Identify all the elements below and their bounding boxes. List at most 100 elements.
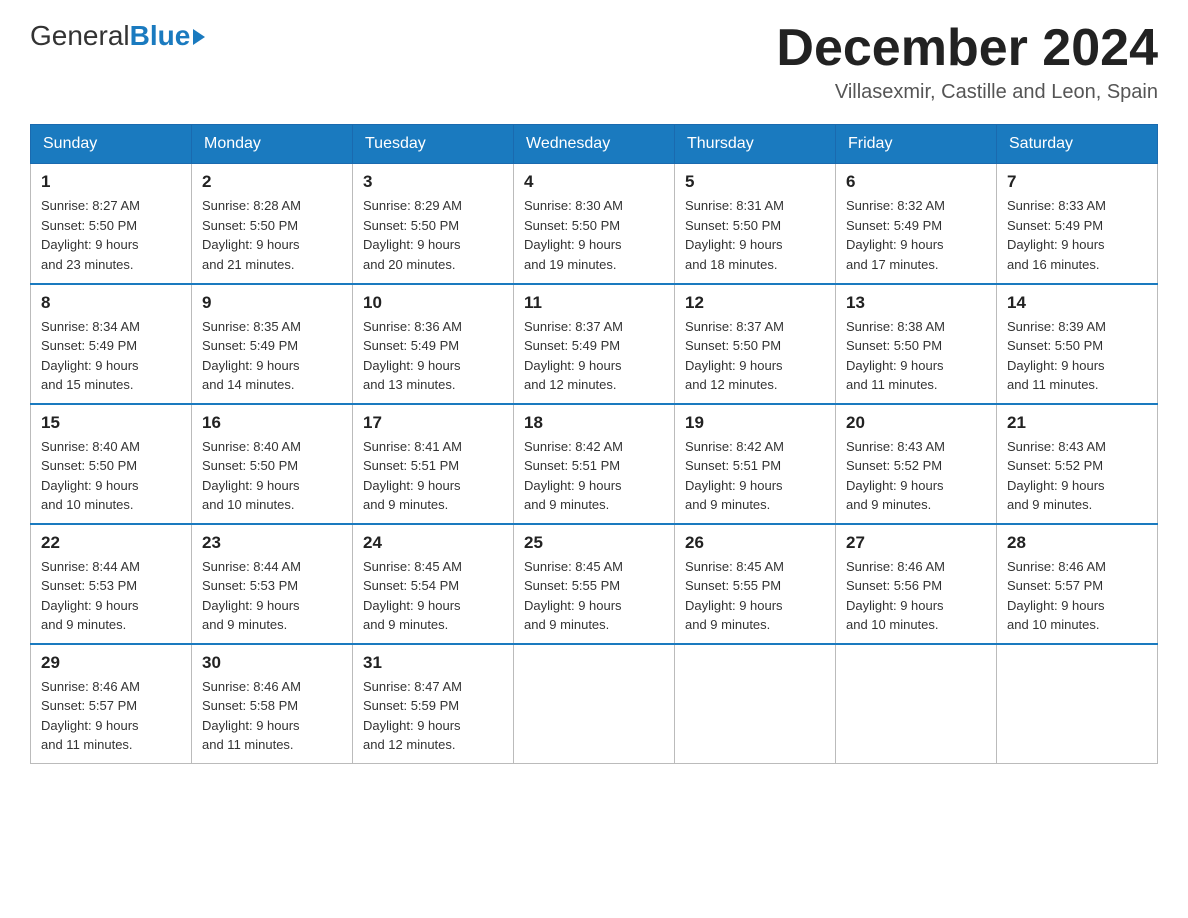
day-number: 16 — [202, 413, 342, 433]
table-row: 10 Sunrise: 8:36 AM Sunset: 5:49 PM Dayl… — [353, 284, 514, 404]
day-number: 24 — [363, 533, 503, 553]
day-number: 27 — [846, 533, 986, 553]
day-number: 7 — [1007, 172, 1147, 192]
day-info: Sunrise: 8:27 AM Sunset: 5:50 PM Dayligh… — [41, 196, 181, 274]
table-row: 1 Sunrise: 8:27 AM Sunset: 5:50 PM Dayli… — [31, 164, 192, 284]
table-row: 23 Sunrise: 8:44 AM Sunset: 5:53 PM Dayl… — [192, 524, 353, 644]
day-info: Sunrise: 8:47 AM Sunset: 5:59 PM Dayligh… — [363, 677, 503, 755]
day-number: 13 — [846, 293, 986, 313]
table-row: 20 Sunrise: 8:43 AM Sunset: 5:52 PM Dayl… — [836, 404, 997, 524]
day-info: Sunrise: 8:45 AM Sunset: 5:55 PM Dayligh… — [685, 557, 825, 635]
table-row: 4 Sunrise: 8:30 AM Sunset: 5:50 PM Dayli… — [514, 164, 675, 284]
day-info: Sunrise: 8:29 AM Sunset: 5:50 PM Dayligh… — [363, 196, 503, 274]
day-number: 5 — [685, 172, 825, 192]
day-number: 9 — [202, 293, 342, 313]
day-info: Sunrise: 8:46 AM Sunset: 5:57 PM Dayligh… — [1007, 557, 1147, 635]
day-info: Sunrise: 8:40 AM Sunset: 5:50 PM Dayligh… — [41, 437, 181, 515]
day-number: 1 — [41, 172, 181, 192]
title-section: December 2024 Villasexmir, Castille and … — [776, 20, 1158, 104]
day-info: Sunrise: 8:46 AM Sunset: 5:57 PM Dayligh… — [41, 677, 181, 755]
day-info: Sunrise: 8:38 AM Sunset: 5:50 PM Dayligh… — [846, 317, 986, 395]
table-row: 24 Sunrise: 8:45 AM Sunset: 5:54 PM Dayl… — [353, 524, 514, 644]
day-number: 11 — [524, 293, 664, 313]
day-info: Sunrise: 8:34 AM Sunset: 5:49 PM Dayligh… — [41, 317, 181, 395]
day-info: Sunrise: 8:40 AM Sunset: 5:50 PM Dayligh… — [202, 437, 342, 515]
table-row: 14 Sunrise: 8:39 AM Sunset: 5:50 PM Dayl… — [997, 284, 1158, 404]
day-info: Sunrise: 8:35 AM Sunset: 5:49 PM Dayligh… — [202, 317, 342, 395]
table-row: 30 Sunrise: 8:46 AM Sunset: 5:58 PM Dayl… — [192, 644, 353, 764]
day-number: 26 — [685, 533, 825, 553]
calendar-week-row: 15 Sunrise: 8:40 AM Sunset: 5:50 PM Dayl… — [31, 404, 1158, 524]
day-number: 19 — [685, 413, 825, 433]
logo: General Blue — [30, 20, 205, 52]
day-number: 23 — [202, 533, 342, 553]
day-number: 8 — [41, 293, 181, 313]
col-tuesday: Tuesday — [353, 125, 514, 164]
day-number: 30 — [202, 653, 342, 673]
day-info: Sunrise: 8:37 AM Sunset: 5:49 PM Dayligh… — [524, 317, 664, 395]
day-info: Sunrise: 8:45 AM Sunset: 5:55 PM Dayligh… — [524, 557, 664, 635]
calendar-table: Sunday Monday Tuesday Wednesday Thursday… — [30, 124, 1158, 764]
table-row: 26 Sunrise: 8:45 AM Sunset: 5:55 PM Dayl… — [675, 524, 836, 644]
table-row: 25 Sunrise: 8:45 AM Sunset: 5:55 PM Dayl… — [514, 524, 675, 644]
day-info: Sunrise: 8:42 AM Sunset: 5:51 PM Dayligh… — [524, 437, 664, 515]
col-wednesday: Wednesday — [514, 125, 675, 164]
table-row: 8 Sunrise: 8:34 AM Sunset: 5:49 PM Dayli… — [31, 284, 192, 404]
day-info: Sunrise: 8:43 AM Sunset: 5:52 PM Dayligh… — [1007, 437, 1147, 515]
table-row — [836, 644, 997, 764]
day-number: 29 — [41, 653, 181, 673]
col-friday: Friday — [836, 125, 997, 164]
col-saturday: Saturday — [997, 125, 1158, 164]
day-number: 18 — [524, 413, 664, 433]
day-number: 31 — [363, 653, 503, 673]
day-number: 17 — [363, 413, 503, 433]
day-info: Sunrise: 8:31 AM Sunset: 5:50 PM Dayligh… — [685, 196, 825, 274]
logo-arrow-icon — [193, 29, 205, 45]
day-number: 10 — [363, 293, 503, 313]
day-info: Sunrise: 8:41 AM Sunset: 5:51 PM Dayligh… — [363, 437, 503, 515]
day-number: 20 — [846, 413, 986, 433]
table-row: 27 Sunrise: 8:46 AM Sunset: 5:56 PM Dayl… — [836, 524, 997, 644]
table-row — [997, 644, 1158, 764]
table-row: 22 Sunrise: 8:44 AM Sunset: 5:53 PM Dayl… — [31, 524, 192, 644]
day-info: Sunrise: 8:30 AM Sunset: 5:50 PM Dayligh… — [524, 196, 664, 274]
table-row: 16 Sunrise: 8:40 AM Sunset: 5:50 PM Dayl… — [192, 404, 353, 524]
table-row — [514, 644, 675, 764]
day-number: 4 — [524, 172, 664, 192]
day-number: 3 — [363, 172, 503, 192]
day-info: Sunrise: 8:44 AM Sunset: 5:53 PM Dayligh… — [202, 557, 342, 635]
day-info: Sunrise: 8:28 AM Sunset: 5:50 PM Dayligh… — [202, 196, 342, 274]
day-info: Sunrise: 8:36 AM Sunset: 5:49 PM Dayligh… — [363, 317, 503, 395]
day-number: 28 — [1007, 533, 1147, 553]
day-number: 15 — [41, 413, 181, 433]
day-info: Sunrise: 8:43 AM Sunset: 5:52 PM Dayligh… — [846, 437, 986, 515]
location-text: Villasexmir, Castille and Leon, Spain — [776, 81, 1158, 104]
table-row: 18 Sunrise: 8:42 AM Sunset: 5:51 PM Dayl… — [514, 404, 675, 524]
table-row: 2 Sunrise: 8:28 AM Sunset: 5:50 PM Dayli… — [192, 164, 353, 284]
table-row: 17 Sunrise: 8:41 AM Sunset: 5:51 PM Dayl… — [353, 404, 514, 524]
day-info: Sunrise: 8:46 AM Sunset: 5:56 PM Dayligh… — [846, 557, 986, 635]
col-sunday: Sunday — [31, 125, 192, 164]
table-row: 31 Sunrise: 8:47 AM Sunset: 5:59 PM Dayl… — [353, 644, 514, 764]
calendar-week-row: 29 Sunrise: 8:46 AM Sunset: 5:57 PM Dayl… — [31, 644, 1158, 764]
table-row: 28 Sunrise: 8:46 AM Sunset: 5:57 PM Dayl… — [997, 524, 1158, 644]
day-info: Sunrise: 8:37 AM Sunset: 5:50 PM Dayligh… — [685, 317, 825, 395]
table-row: 21 Sunrise: 8:43 AM Sunset: 5:52 PM Dayl… — [997, 404, 1158, 524]
day-info: Sunrise: 8:45 AM Sunset: 5:54 PM Dayligh… — [363, 557, 503, 635]
page-header: General Blue December 2024 Villasexmir, … — [30, 20, 1158, 104]
table-row: 5 Sunrise: 8:31 AM Sunset: 5:50 PM Dayli… — [675, 164, 836, 284]
table-row — [675, 644, 836, 764]
day-number: 25 — [524, 533, 664, 553]
day-info: Sunrise: 8:44 AM Sunset: 5:53 PM Dayligh… — [41, 557, 181, 635]
day-info: Sunrise: 8:39 AM Sunset: 5:50 PM Dayligh… — [1007, 317, 1147, 395]
calendar-week-row: 8 Sunrise: 8:34 AM Sunset: 5:49 PM Dayli… — [31, 284, 1158, 404]
col-thursday: Thursday — [675, 125, 836, 164]
day-number: 2 — [202, 172, 342, 192]
day-info: Sunrise: 8:46 AM Sunset: 5:58 PM Dayligh… — [202, 677, 342, 755]
day-info: Sunrise: 8:32 AM Sunset: 5:49 PM Dayligh… — [846, 196, 986, 274]
day-info: Sunrise: 8:42 AM Sunset: 5:51 PM Dayligh… — [685, 437, 825, 515]
day-info: Sunrise: 8:33 AM Sunset: 5:49 PM Dayligh… — [1007, 196, 1147, 274]
table-row: 13 Sunrise: 8:38 AM Sunset: 5:50 PM Dayl… — [836, 284, 997, 404]
day-number: 14 — [1007, 293, 1147, 313]
table-row: 11 Sunrise: 8:37 AM Sunset: 5:49 PM Dayl… — [514, 284, 675, 404]
